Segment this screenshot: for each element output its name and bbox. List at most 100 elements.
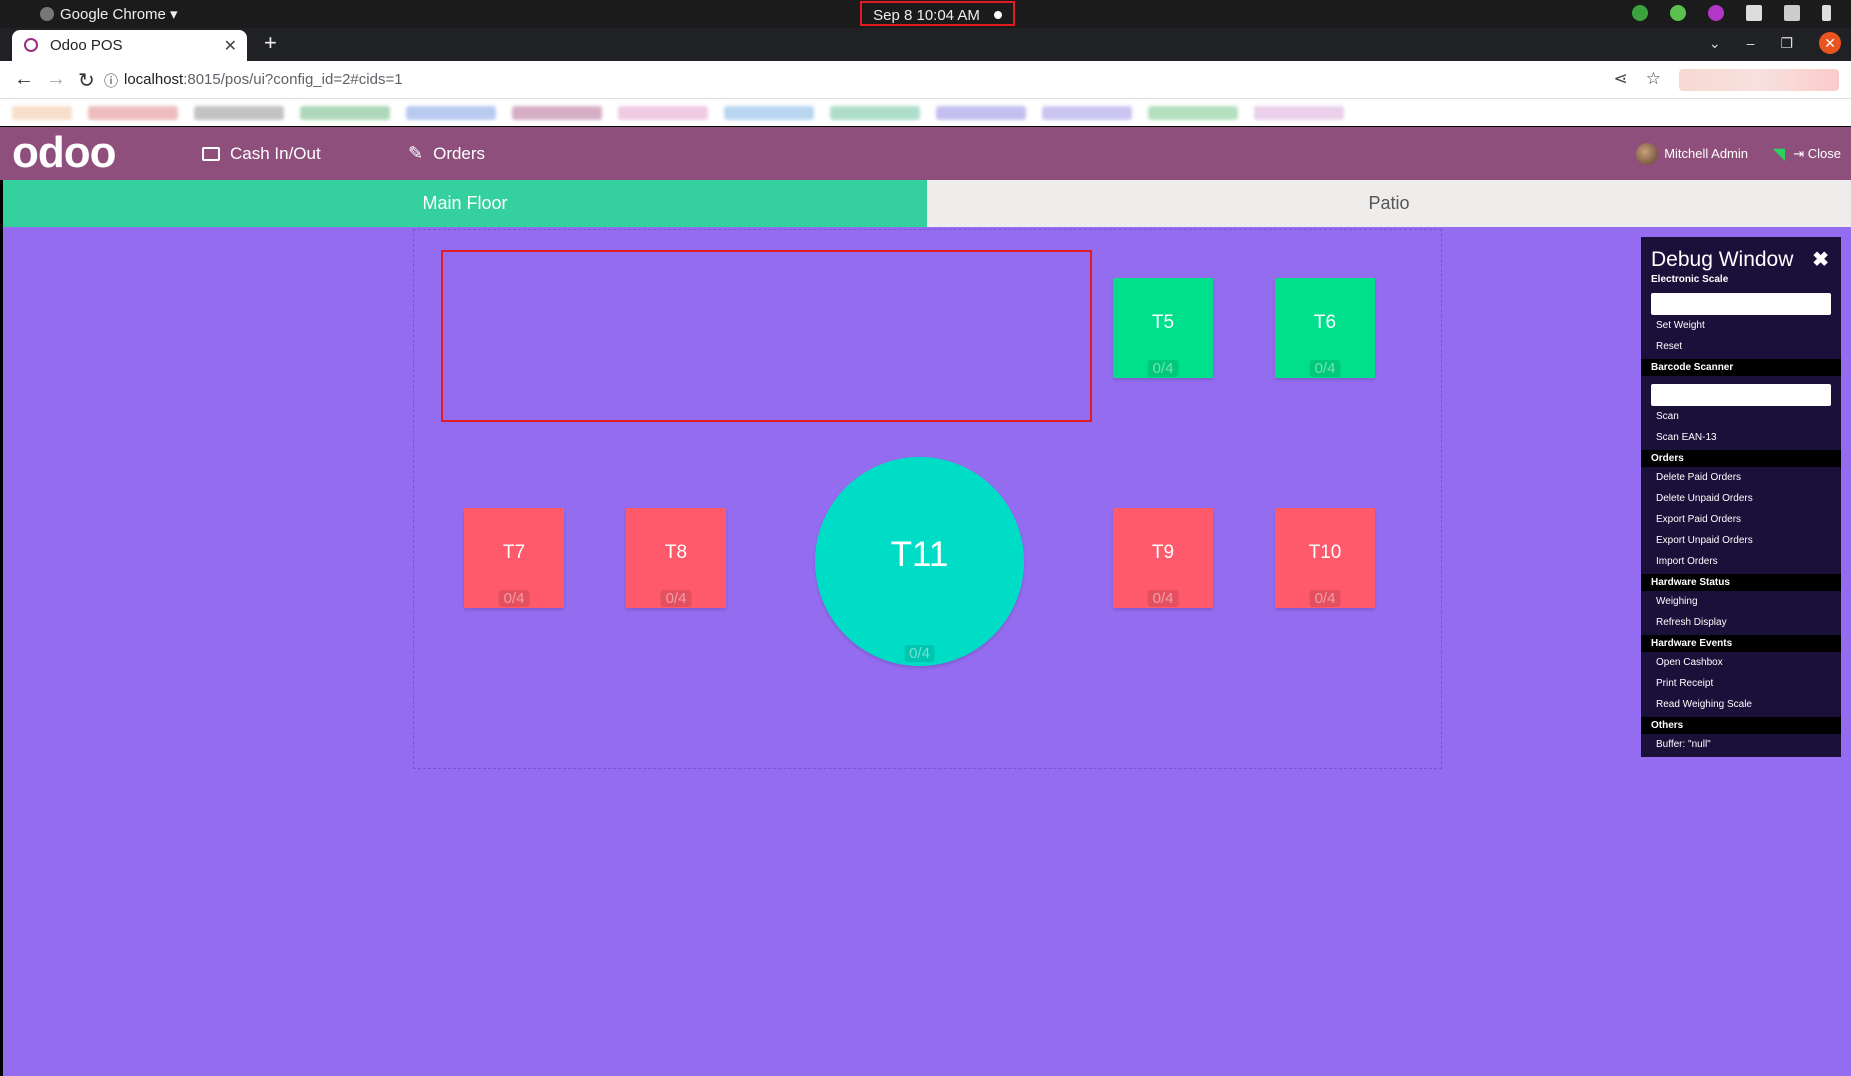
close-window-icon[interactable]: ✕ <box>1819 32 1841 54</box>
bookmark-item[interactable] <box>936 105 1026 120</box>
wifi-icon[interactable] <box>1746 5 1762 21</box>
table-t10[interactable]: T10 0/4 <box>1275 508 1375 608</box>
delete-paid-orders-button[interactable]: Delete Paid Orders <box>1641 467 1841 488</box>
table-seats: 0/4 <box>1147 590 1179 607</box>
scan-ean13-button[interactable]: Scan EAN-13 <box>1641 427 1841 448</box>
bookmark-item[interactable] <box>12 105 72 120</box>
cash-in-out-label: Cash In/Out <box>230 144 321 163</box>
orders-button[interactable]: ✎ Orders <box>408 127 485 180</box>
table-t11[interactable]: T11 0/4 <box>815 457 1024 666</box>
new-tab-button[interactable]: + <box>264 30 277 56</box>
weight-input[interactable] <box>1651 293 1831 315</box>
browser-tab[interactable]: Odoo POS ✕ <box>12 30 247 61</box>
system-tray <box>1632 5 1831 21</box>
bookmark-item[interactable] <box>1254 105 1344 120</box>
extension-icon[interactable] <box>1632 5 1648 21</box>
table-seats: 0/4 <box>1309 360 1341 377</box>
hardware-events-heading: Hardware Events <box>1641 635 1841 652</box>
sign-out-icon: ⇥ <box>1793 146 1808 161</box>
url-path: :8015/pos/ui?config_id=2#cids=1 <box>183 71 403 88</box>
table-name: T5 <box>1151 312 1175 333</box>
debug-title: Debug Window <box>1651 248 1794 271</box>
bookmark-item[interactable] <box>406 105 496 120</box>
close-debug-icon[interactable]: ✖ <box>1812 247 1829 272</box>
cash-in-out-button[interactable]: Cash In/Out <box>202 127 321 180</box>
orders-heading: Orders <box>1641 450 1841 467</box>
bookmark-item[interactable] <box>1042 105 1132 120</box>
export-unpaid-orders-button[interactable]: Export Unpaid Orders <box>1641 530 1841 551</box>
url-field[interactable]: localhost:8015/pos/ui?config_id=2#cids=1 <box>124 61 403 98</box>
tab-search-icon[interactable]: ⌄ <box>1709 35 1721 52</box>
table-seats: 0/4 <box>660 590 692 607</box>
battery-icon[interactable] <box>1822 5 1831 21</box>
chrome-icon <box>40 7 54 21</box>
share-icon[interactable]: ⋖ <box>1614 69 1628 89</box>
scan-button[interactable]: Scan <box>1641 406 1841 427</box>
table-t6[interactable]: T6 0/4 <box>1275 278 1375 378</box>
url-host: localhost <box>124 71 184 88</box>
weighing-button[interactable]: Weighing <box>1641 591 1841 612</box>
table-name: T7 <box>502 542 526 563</box>
table-t5[interactable]: T5 0/4 <box>1113 278 1213 378</box>
minimize-icon[interactable]: – <box>1747 35 1755 51</box>
volume-icon[interactable] <box>1784 5 1800 21</box>
bookmark-item[interactable] <box>830 105 920 120</box>
floor-selector: Main Floor Patio <box>3 180 1851 227</box>
table-name: T10 <box>1308 542 1342 563</box>
import-orders-button[interactable]: Import Orders <box>1641 551 1841 572</box>
forward-icon[interactable]: → <box>46 68 66 91</box>
restore-icon[interactable]: ❐ <box>1780 35 1793 52</box>
print-receipt-button[interactable]: Print Receipt <box>1641 673 1841 694</box>
bookmark-item[interactable] <box>724 105 814 120</box>
highlight-box <box>441 250 1092 422</box>
bookmark-item[interactable] <box>194 105 284 120</box>
user-menu[interactable]: Mitchell Admin <box>1636 127 1748 180</box>
barcode-input[interactable] <box>1651 384 1831 406</box>
table-name: T11 <box>890 535 949 574</box>
bookmarks-bar <box>0 99 1851 126</box>
table-seats: 0/4 <box>498 590 530 607</box>
bookmark-item[interactable] <box>512 105 602 120</box>
update-icon[interactable] <box>1670 5 1686 21</box>
odoo-logo: odoo <box>12 128 117 177</box>
clock[interactable]: Sep 8 10:04 AM <box>860 1 1015 26</box>
bookmark-item[interactable] <box>1148 105 1238 120</box>
table-t7[interactable]: T7 0/4 <box>464 508 564 608</box>
bookmark-item[interactable] <box>88 105 178 120</box>
tab-title: Odoo POS <box>50 37 123 54</box>
site-info-icon[interactable]: ⓘ <box>104 71 118 91</box>
table-name: T6 <box>1313 312 1337 333</box>
refresh-display-button[interactable]: Refresh Display <box>1641 612 1841 633</box>
delete-unpaid-orders-button[interactable]: Delete Unpaid Orders <box>1641 488 1841 509</box>
table-t9[interactable]: T9 0/4 <box>1113 508 1213 608</box>
orders-label: Orders <box>433 144 486 163</box>
table-t8[interactable]: T8 0/4 <box>626 508 726 608</box>
extensions-area[interactable] <box>1679 69 1839 91</box>
user-name: Mitchell Admin <box>1664 146 1748 161</box>
tab-main-floor[interactable]: Main Floor <box>3 180 927 227</box>
app-menu[interactable]: Google Chrome ▾ <box>0 5 178 23</box>
electronic-scale-heading: Electronic Scale <box>1651 274 1729 285</box>
close-session-button[interactable]: ⇥ Close <box>1793 127 1841 180</box>
pos-header: odoo Cash In/Out ✎ Orders Mitchell Admin… <box>0 127 1851 180</box>
app-name: Google Chrome <box>60 6 166 23</box>
close-label: Close <box>1807 146 1841 161</box>
set-weight-button[interactable]: Set Weight <box>1641 315 1841 336</box>
open-cashbox-button[interactable]: Open Cashbox <box>1641 652 1841 673</box>
export-paid-orders-button[interactable]: Export Paid Orders <box>1641 509 1841 530</box>
others-heading: Others <box>1641 717 1841 734</box>
reset-button[interactable]: Reset <box>1641 336 1841 357</box>
buffer-value: Buffer: "null" <box>1656 739 1711 750</box>
address-actions: ⋖ ☆ <box>1614 69 1662 89</box>
bookmark-star-icon[interactable]: ☆ <box>1646 69 1661 89</box>
tab-patio[interactable]: Patio <box>927 180 1851 227</box>
reload-icon[interactable]: ↻ <box>78 68 95 93</box>
close-tab-icon[interactable]: ✕ <box>224 36 237 56</box>
app-tray-icon[interactable] <box>1708 5 1724 21</box>
floor-map: T5 0/4 T6 0/4 T7 0/4 T8 0/4 T11 0/4 T9 0… <box>3 227 1851 1076</box>
read-weighing-scale-button[interactable]: Read Weighing Scale <box>1641 694 1841 715</box>
bookmark-item[interactable] <box>300 105 390 120</box>
bookmark-item[interactable] <box>618 105 708 120</box>
cash-icon <box>202 146 220 161</box>
back-icon[interactable]: ← <box>14 68 34 91</box>
